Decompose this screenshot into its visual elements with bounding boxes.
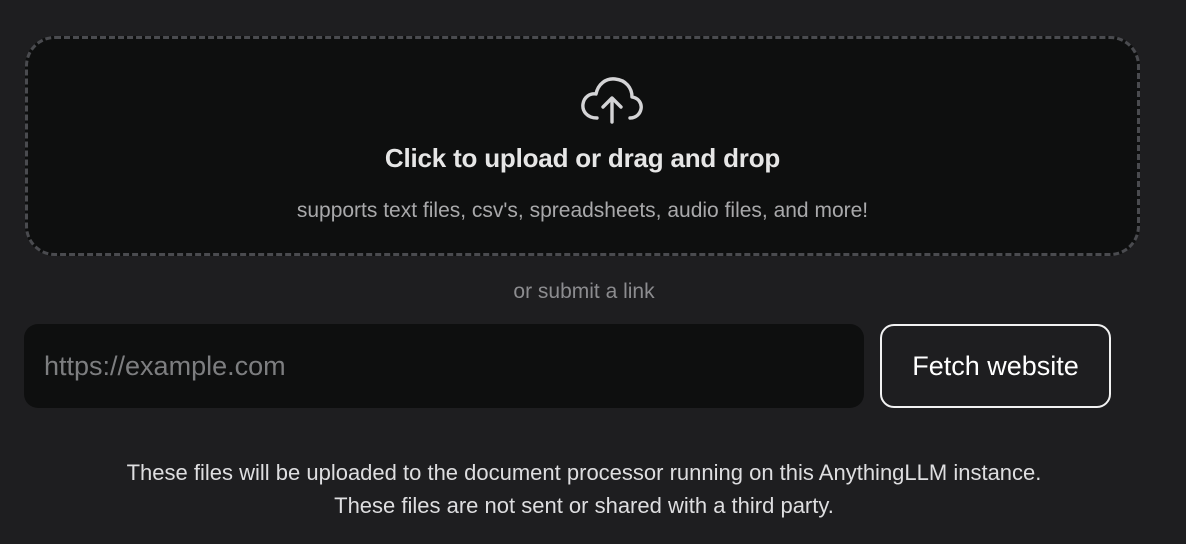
file-dropzone[interactable]: Click to upload or drag and drop support…	[25, 36, 1140, 256]
dropzone-title: Click to upload or drag and drop	[384, 143, 781, 173]
upload-notice: These files will be uploaded to the docu…	[0, 456, 1168, 522]
upload-panel: Click to upload or drag and drop support…	[0, 0, 1186, 544]
dropzone-subtitle: supports text files, csv's, spreadsheets…	[296, 199, 869, 222]
cloud-upload-icon	[579, 74, 643, 126]
fetch-website-button[interactable]: Fetch website	[880, 324, 1111, 408]
or-submit-link-label: or submit a link	[513, 280, 655, 303]
url-input[interactable]	[24, 324, 864, 408]
notice-line-2: These files are not sent or shared with …	[334, 493, 834, 518]
notice-line-1: These files will be uploaded to the docu…	[126, 460, 1042, 485]
